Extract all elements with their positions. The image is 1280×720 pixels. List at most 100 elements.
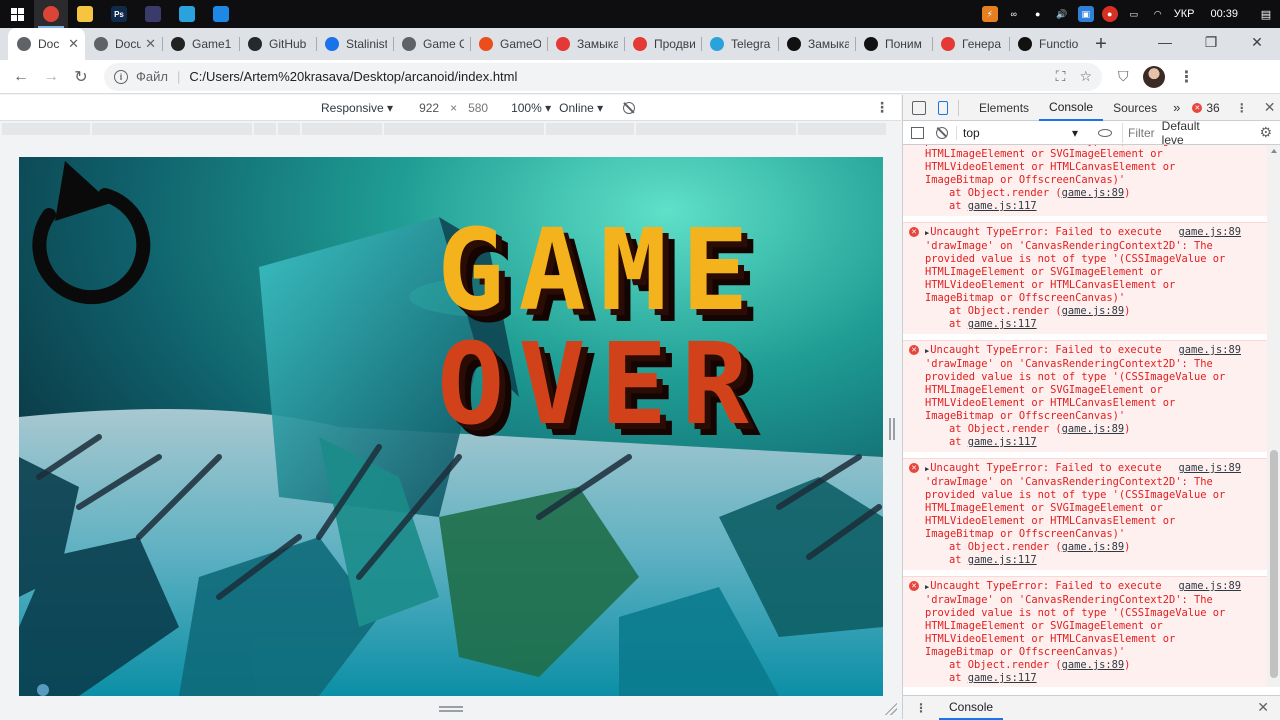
error-source-link[interactable]: game.js:89 <box>1178 462 1241 475</box>
browser-tab[interactable]: Telegra <box>701 28 778 60</box>
volume-icon[interactable]: 🔊 <box>1054 6 1070 22</box>
bookmark-star-icon[interactable]: ☆ <box>1079 68 1092 85</box>
viewport-resize-handle-right[interactable] <box>889 418 895 440</box>
translate-icon[interactable]: ⛶ <box>1056 68 1066 85</box>
browser-tab[interactable]: Поним <box>855 28 932 60</box>
inspect-element-icon[interactable] <box>912 100 926 115</box>
stack-frame-link[interactable]: game.js:89 <box>1062 187 1125 199</box>
device-toolbar-toggle-icon[interactable] <box>938 100 948 115</box>
console-scrollbar-thumb[interactable] <box>1270 450 1278 678</box>
extension-shield-icon[interactable]: ⛉ <box>1118 68 1129 85</box>
chrome-menu-icon[interactable]: ⋮ <box>1179 67 1195 87</box>
taskbar-app-0[interactable] <box>34 0 68 28</box>
console-error-message[interactable]: ✕ game.js:89 ▶Uncaught TypeError: Failed t… <box>903 222 1269 334</box>
zoom-select[interactable]: 100% ▾ <box>511 101 551 115</box>
clock[interactable]: 00:39 <box>1210 8 1238 20</box>
console-error-message[interactable]: ✕ game.js:89 ▶Uncaught TypeError: Failed t… <box>903 576 1269 687</box>
expand-triangle-icon[interactable]: ▶ <box>925 347 929 355</box>
stack-frame-link[interactable]: game.js:117 <box>968 554 1037 566</box>
tray-mic-icon[interactable]: ● <box>1030 6 1046 22</box>
stack-frame-link[interactable]: game.js:117 <box>968 318 1037 330</box>
close-tab-icon[interactable]: ✕ <box>68 36 79 52</box>
stack-frame-link[interactable]: game.js:117 <box>968 436 1037 448</box>
browser-tab[interactable]: Генера <box>932 28 1009 60</box>
tray-app-icon[interactable]: ⚡ <box>981 6 998 22</box>
info-icon[interactable]: i <box>114 69 128 84</box>
close-drawer-button[interactable]: ✕ <box>1257 699 1269 716</box>
restart-icon[interactable] <box>19 157 153 307</box>
device-toolbar-menu-icon[interactable]: ⋮ <box>875 99 889 116</box>
viewport-height-input[interactable]: 580 <box>468 101 492 115</box>
stack-frame-link[interactable]: game.js:117 <box>968 200 1037 212</box>
close-devtools-button[interactable]: ✕ <box>1264 99 1276 116</box>
address-bar[interactable]: i Файл | C:/Users/Artem%20krasava/Deskto… <box>104 62 1102 91</box>
console-settings-gear-icon[interactable]: ⚙ <box>1259 124 1272 141</box>
browser-tab[interactable]: Game C <box>393 28 470 60</box>
stack-frame-link[interactable]: game.js:89 <box>1062 305 1125 317</box>
stack-frame-link[interactable]: game.js:89 <box>1062 659 1125 671</box>
browser-tab[interactable]: Продви <box>624 28 701 60</box>
browser-tab[interactable]: Doc ✕ <box>8 28 85 60</box>
live-expression-eye-icon[interactable] <box>1098 128 1112 137</box>
error-source-link[interactable]: game.js:89 <box>1178 344 1241 357</box>
stack-frame-link[interactable]: game.js:89 <box>1062 541 1125 553</box>
console-scrollbar[interactable] <box>1267 145 1280 687</box>
console-error-message[interactable]: ✕ game.js:89 ▶Uncaught TypeError: Failed t… <box>903 340 1269 452</box>
tray-network-icon[interactable]: ▣ <box>1077 6 1094 22</box>
browser-tab[interactable]: Functio <box>1009 28 1086 60</box>
tab-sources[interactable]: Sources <box>1103 95 1167 121</box>
browser-tab[interactable]: Stalinist <box>316 28 393 60</box>
expand-triangle-icon[interactable]: ▶ <box>925 583 929 591</box>
viewport-resize-corner[interactable] <box>885 703 897 715</box>
expand-triangle-icon[interactable]: ▶ <box>925 465 929 473</box>
console-output[interactable]: provided value is not of type '(CSSImage… <box>903 145 1269 687</box>
more-tabs-button[interactable]: » <box>1167 100 1186 115</box>
wifi-icon[interactable]: ◠ <box>1150 6 1166 22</box>
tab-console[interactable]: Console <box>1039 95 1104 121</box>
browser-tab[interactable]: Game1 <box>162 28 239 60</box>
context-select[interactable]: top ▾ <box>956 125 1084 140</box>
tray-antivirus-icon[interactable]: ● <box>1101 6 1118 22</box>
error-source-link[interactable]: game.js:89 <box>1178 226 1241 239</box>
device-mode-select[interactable]: Responsive ▾ <box>321 101 393 115</box>
browser-tab[interactable]: GameO <box>470 28 547 60</box>
tray-link-icon[interactable]: ∞ <box>1006 6 1022 22</box>
back-button[interactable]: ← <box>6 62 36 92</box>
console-error-message[interactable]: provided value is not of type '(CSSImage… <box>903 145 1269 216</box>
maximize-button[interactable]: ❐ <box>1188 28 1234 56</box>
devtools-menu-icon[interactable]: ⋮ <box>1236 101 1248 115</box>
close-tab-icon[interactable]: ✕ <box>145 36 156 52</box>
console-sidebar-icon[interactable] <box>911 126 924 139</box>
reload-button[interactable]: ↻ <box>66 62 96 92</box>
console-filter-input[interactable]: Filter Default leve <box>1122 119 1220 147</box>
tab-elements[interactable]: Elements <box>969 95 1039 121</box>
error-source-link[interactable]: game.js:89 <box>1178 580 1241 593</box>
media-query-bar[interactable] <box>0 121 901 137</box>
rotate-icon[interactable] <box>623 101 636 114</box>
error-count-badge[interactable]: ✕ 36 <box>1192 101 1220 115</box>
viewport-resize-handle-bottom[interactable] <box>439 706 463 712</box>
taskbar-app-2[interactable]: Ps <box>102 0 136 28</box>
taskbar-app-3[interactable] <box>136 0 170 28</box>
clear-console-icon[interactable] <box>936 126 948 139</box>
network-throttle-select[interactable]: Online ▾ <box>559 101 603 115</box>
browser-tab[interactable]: GitHub <box>239 28 316 60</box>
expand-triangle-icon[interactable]: ▶ <box>925 229 929 237</box>
keyboard-language[interactable]: УКР <box>1174 8 1195 20</box>
notification-center-icon[interactable]: ▤ <box>1252 8 1280 21</box>
taskbar-app-5[interactable] <box>204 0 238 28</box>
drawer-tab-console[interactable]: Console <box>939 696 1004 720</box>
viewport-width-input[interactable]: 922 <box>419 101 441 115</box>
game-canvas[interactable]: GAME OVER <box>19 157 883 696</box>
taskbar-app-1[interactable] <box>68 0 102 28</box>
taskbar-app-4[interactable] <box>170 0 204 28</box>
log-levels-select[interactable]: Default leve <box>1162 119 1220 147</box>
scroll-up-arrow-icon[interactable] <box>1271 149 1277 153</box>
browser-tab[interactable]: Docum✕ <box>85 28 162 60</box>
address-url[interactable]: C:/Users/Artem%20krasava/Desktop/arcanoi… <box>189 69 517 84</box>
stack-frame-link[interactable]: game.js:89 <box>1062 423 1125 435</box>
minimize-button[interactable]: — <box>1142 28 1188 56</box>
close-window-button[interactable]: ✕ <box>1234 28 1280 56</box>
forward-button[interactable]: → <box>36 62 66 92</box>
console-error-message[interactable]: ✕ game.js:89 ▶Uncaught TypeError: Failed t… <box>903 458 1269 570</box>
